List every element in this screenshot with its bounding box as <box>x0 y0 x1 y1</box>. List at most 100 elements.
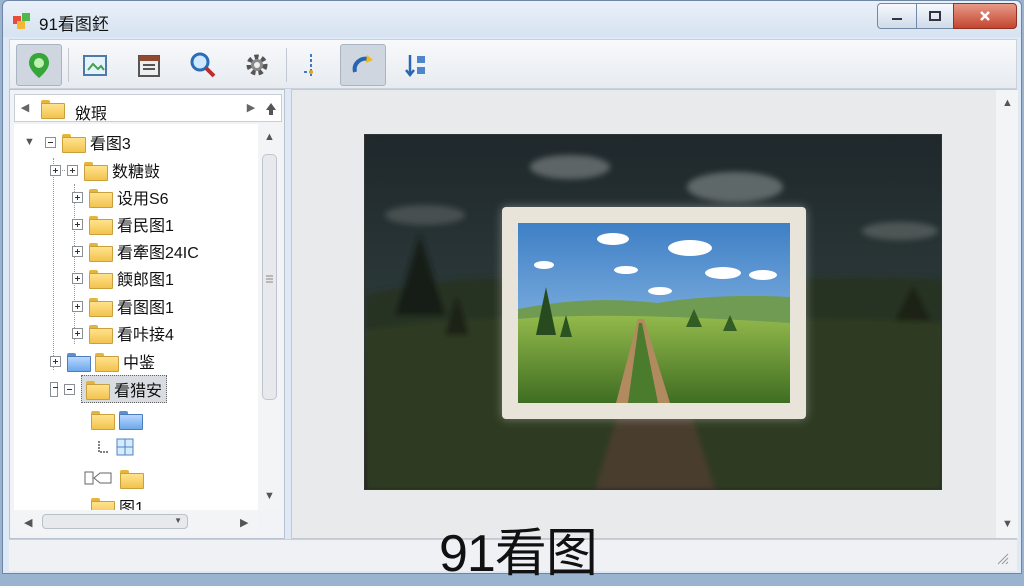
folder-icon <box>86 380 110 400</box>
address-bar[interactable]: ◀ 敓瑕 ▶ <box>14 94 282 123</box>
tree-item-label: 看图图1 <box>117 300 174 317</box>
tree-item[interactable] <box>96 435 134 459</box>
landscape-photo <box>518 223 790 403</box>
resize-grip-icon[interactable] <box>995 551 1009 565</box>
image-edit-button[interactable] <box>72 44 118 86</box>
back-arrow-icon[interactable]: ◀ <box>19 101 31 115</box>
expand-icon[interactable] <box>72 218 83 230</box>
expand-icon[interactable] <box>72 272 83 284</box>
close-icon <box>980 11 990 21</box>
gear-icon <box>246 54 268 76</box>
scroll-down-icon[interactable]: ▼ <box>264 490 275 502</box>
tree-item-label: 看猎安 <box>114 383 163 400</box>
scroll-up-icon[interactable]: ▲ <box>1002 97 1013 109</box>
tree-item-selected[interactable]: 看猎安 <box>50 375 168 403</box>
folder-icon <box>41 100 65 119</box>
scroll-right-icon[interactable]: ▶ <box>240 516 248 529</box>
expand-icon[interactable] <box>72 327 83 339</box>
tree-vertical-scrollbar[interactable]: ▲ ▼ <box>258 124 280 510</box>
tree-horizontal-scrollbar[interactable]: ◀ ▼ ▶ <box>14 510 258 534</box>
folder-icon <box>89 188 113 208</box>
tree-item-label: 中鉴 <box>123 355 156 372</box>
watermark-text: 91看图 <box>439 525 598 583</box>
pin-icon[interactable] <box>264 102 278 116</box>
folder-icon <box>95 352 119 372</box>
connector-icon <box>304 54 313 76</box>
folder-icon <box>89 297 113 317</box>
viewer-vertical-scrollbar[interactable]: ▲ ▼ <box>996 90 1018 538</box>
expand-icon[interactable] <box>50 355 61 367</box>
expand-icon[interactable] <box>72 245 83 257</box>
rotate-icon <box>352 55 373 73</box>
tree-item[interactable]: 看咔接4 <box>72 321 174 345</box>
window-title: 91看图鉟 <box>39 15 109 34</box>
expand-icon[interactable] <box>50 164 61 176</box>
folder-icon <box>89 242 113 262</box>
tree-item[interactable]: 数糖敱 <box>50 158 160 182</box>
app-icon <box>13 13 30 29</box>
expand-icon[interactable] <box>72 191 83 203</box>
tree-item[interactable]: 设用S6 <box>72 185 169 209</box>
map-pin-button[interactable] <box>16 44 62 86</box>
expand-icon[interactable] <box>67 164 78 176</box>
maximize-icon <box>929 11 941 21</box>
sort-button[interactable] <box>392 44 438 86</box>
scroll-thumb[interactable] <box>262 154 277 400</box>
map-pin-icon <box>29 53 49 78</box>
settings-button[interactable] <box>234 44 280 86</box>
tree-item-label: 看咔接4 <box>117 327 174 344</box>
tree-item-label: 设用S6 <box>117 191 169 208</box>
tree-item[interactable]: 看图图1 <box>72 294 174 318</box>
tree-item[interactable]: 餪郎图1 <box>72 266 174 290</box>
tree-item-label: 数糖敱 <box>112 164 161 181</box>
tree-item[interactable] <box>91 407 147 431</box>
tree-item[interactable]: 看民图1 <box>72 212 174 236</box>
collapse-icon[interactable] <box>64 383 75 395</box>
search-button[interactable] <box>180 44 226 86</box>
scroll-down-icon[interactable]: ▼ <box>1002 518 1013 530</box>
displayed-image[interactable] <box>364 134 942 490</box>
calendar-button[interactable] <box>126 44 172 86</box>
collapse-icon[interactable] <box>44 136 56 148</box>
tree-item[interactable] <box>84 466 148 490</box>
connector-button[interactable] <box>288 44 334 86</box>
folder-icon <box>91 497 115 510</box>
scroll-left-icon[interactable]: ◀ <box>24 516 32 529</box>
photo-frame <box>502 207 806 419</box>
collapse-icon[interactable] <box>50 381 58 397</box>
tree-item-label: 看民图1 <box>117 218 174 235</box>
tree-item-root[interactable]: ▼ 看图3 <box>24 130 131 154</box>
maximize-button[interactable] <box>916 3 954 29</box>
minimize-icon <box>892 18 902 20</box>
rotate-button[interactable] <box>340 44 386 86</box>
branch-icon <box>98 441 108 453</box>
folder-icon <box>89 215 113 235</box>
inner-photo <box>518 223 790 403</box>
toolbar <box>9 39 1017 89</box>
folder-icon <box>89 269 113 289</box>
tree-item[interactable]: 中鉴 <box>50 349 155 373</box>
folder-icon <box>61 133 86 153</box>
tree-item[interactable]: 看牽图24IC <box>72 239 199 263</box>
chevron-down-icon: ▼ <box>174 516 182 525</box>
sort-icon <box>405 55 425 78</box>
tree-item[interactable]: 图1 <box>91 494 144 510</box>
scroll-up-icon[interactable]: ▲ <box>264 131 275 143</box>
blue-folder-icon <box>67 352 91 372</box>
selected-item[interactable]: 看猎安 <box>81 375 168 403</box>
grid-image-icon <box>116 438 134 456</box>
toolbar-separator <box>286 48 287 82</box>
minimize-button[interactable] <box>877 3 917 29</box>
blue-folder-icon <box>119 410 143 430</box>
tree-item-label: 看牽图24IC <box>117 245 199 262</box>
collapse-arrow-icon[interactable]: ▼ <box>24 136 35 148</box>
grip-icon <box>266 275 273 283</box>
address-label: 敓瑕 <box>75 106 108 123</box>
folder-icon <box>84 161 108 181</box>
expand-icon[interactable] <box>72 300 83 312</box>
calendar-icon <box>138 55 160 77</box>
search-icon <box>190 52 216 78</box>
close-button[interactable] <box>953 3 1017 29</box>
scroll-thumb[interactable]: ▼ <box>42 514 188 529</box>
forward-arrow-icon[interactable]: ▶ <box>245 101 257 115</box>
